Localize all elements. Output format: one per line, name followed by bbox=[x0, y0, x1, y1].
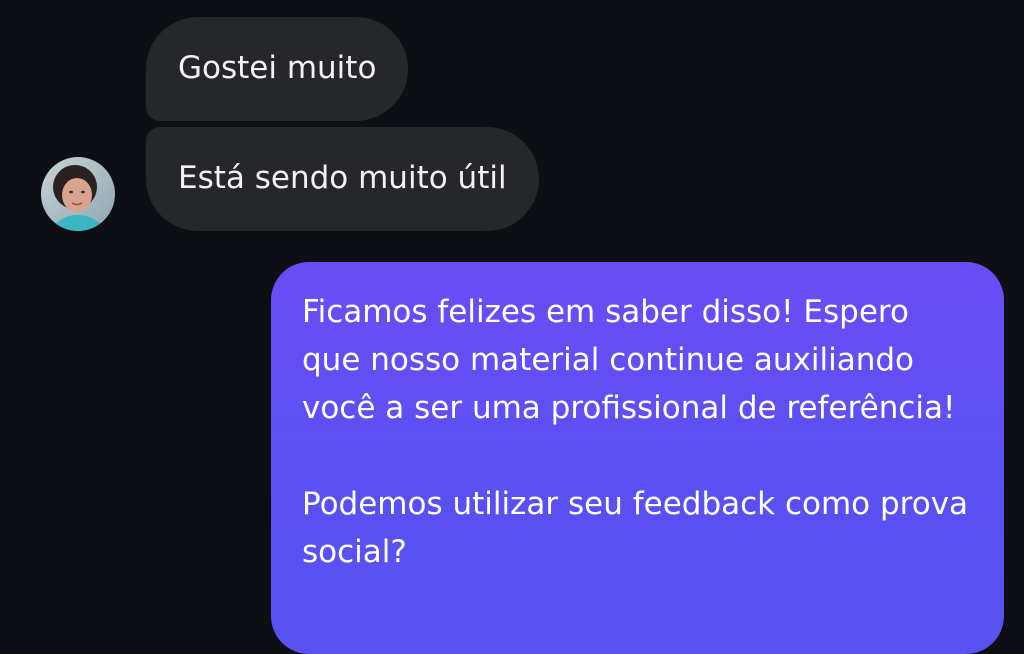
chat-thread: Gostei muito Está sendo muito útil Ficam… bbox=[0, 0, 1024, 654]
message-paragraph: Ficamos felizes em saber disso! Espero q… bbox=[302, 294, 956, 426]
incoming-message-bubble[interactable]: Está sendo muito útil bbox=[146, 127, 539, 231]
sender-avatar[interactable] bbox=[41, 157, 115, 231]
incoming-message-bubble[interactable]: Gostei muito bbox=[146, 17, 409, 121]
avatar-photo-icon bbox=[41, 157, 115, 231]
message-text: Gostei muito bbox=[178, 50, 377, 87]
message-paragraph: Podemos utilizar seu feedback como prova… bbox=[302, 486, 969, 570]
outgoing-message-bubble[interactable]: Ficamos felizes em saber disso! Espero q… bbox=[271, 262, 1004, 654]
message-text: Está sendo muito útil bbox=[178, 160, 507, 197]
